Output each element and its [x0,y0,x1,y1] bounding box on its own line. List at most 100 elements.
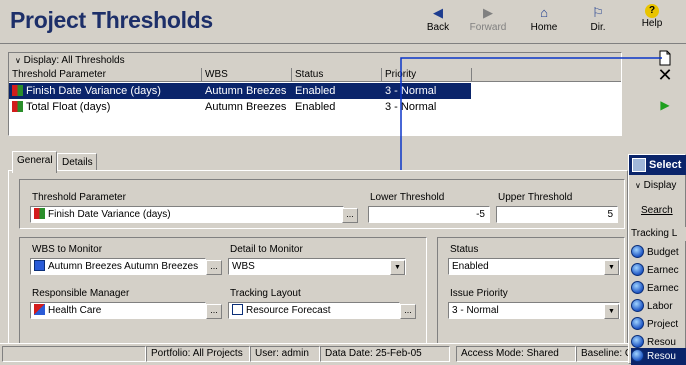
detail-label: Detail to Monitor [230,244,303,255]
priority-select[interactable]: 3 - Normal [448,302,620,319]
help-icon: ? [645,4,659,18]
list-item[interactable]: Earnec [631,280,686,297]
status-portfolio: Portfolio: All Projects [146,346,250,362]
status-access-mode: Access Mode: Shared [456,346,576,362]
popup-display-filter[interactable]: ∨ Display [631,178,686,193]
list-item[interactable]: Budget [631,244,686,261]
globe-icon [631,317,644,330]
tracking-label: Tracking Layout [230,288,301,299]
threshold-parameter-label: Threshold Parameter [32,192,126,203]
list-item[interactable]: Earnec [631,262,686,279]
home-button[interactable]: ⌂ Home [520,4,568,40]
list-item-label: Labor [647,301,673,312]
layout-icon [232,304,243,315]
dir-button[interactable]: ⚐ Dir. [574,4,622,40]
responsible-browse-button[interactable]: ... [206,304,222,319]
manager-icon [34,304,45,315]
list-item-label: Project [647,319,679,330]
column-header-wbs[interactable]: WBS [202,68,292,82]
lower-threshold-label: Lower Threshold [370,192,445,203]
display-label: Display: All Thresholds [23,55,125,66]
globe-icon [631,349,644,362]
list-item-label: Earnec [647,283,679,294]
column-header-status[interactable]: Status [292,68,382,82]
status-select[interactable]: Enabled [448,258,620,275]
globe-icon [631,299,644,312]
status-data-date: Data Date: 25-Feb-05 [320,346,450,362]
tracking-browse-button[interactable]: ... [400,304,416,319]
forward-button[interactable]: ▶ Forward [464,4,512,40]
priority-dropdown-icon[interactable]: ▼ [604,304,619,319]
cell-wbs: Autumn Breezes [205,85,287,97]
list-item-label: Resou [647,337,676,348]
wbs-browse-button[interactable]: ... [206,260,222,275]
cell-status: Enabled [295,85,336,97]
tracking-field[interactable]: Resource Forecast [228,302,400,319]
select-dialog: Select ∨ Display Search Tracking L Budge… [628,154,686,365]
monitor-group: WBS to Monitor Autumn Breezes Autumn Bre… [19,237,427,357]
list-item[interactable]: Resou [631,348,686,365]
home-icon: ⌂ [540,5,548,20]
wbs-value: Autumn Breezes Autumn Breezes [48,261,199,272]
page-title: Project Thresholds [10,7,213,33]
help-button[interactable]: ? Help [628,4,676,40]
globe-icon [631,335,644,348]
threshold-icon [12,85,23,96]
responsible-value: Health Care [48,305,102,316]
detail-dropdown-icon[interactable]: ▼ [390,260,405,275]
cell-parameter: Finish Date Variance (days) [26,85,161,97]
threshold-parameter-field[interactable]: Finish Date Variance (days) [30,206,344,223]
priority-label: Issue Priority [450,288,508,299]
list-item-label: Earnec [647,265,679,276]
chevron-down-icon: ∨ [15,56,21,65]
detail-select[interactable]: WBS [228,258,406,275]
responsible-field[interactable]: Health Care [30,302,206,319]
upper-threshold-label: Upper Threshold [498,192,573,203]
status-bar: Portfolio: All Projects User: admin Data… [0,343,686,364]
status-label: Status [450,244,479,255]
popup-search-button[interactable]: Search [641,205,673,216]
back-arrow-icon: ◀ [433,5,443,20]
wbs-label: WBS to Monitor [32,244,103,255]
threshold-parameter-value: Finish Date Variance (days) [48,209,171,220]
chevron-down-icon: ∨ [635,181,641,190]
threshold-icon [12,101,23,112]
back-label: Back [426,22,450,33]
list-item-label: Budget [647,247,679,258]
status-dropdown-icon[interactable]: ▼ [604,260,619,275]
wbs-field[interactable]: Autumn Breezes Autumn Breezes [30,258,206,275]
globe-icon [631,263,644,276]
status-group: Status Enabled ▼ Issue Priority 3 - Norm… [437,237,625,357]
column-header-parameter[interactable]: Threshold Parameter [9,68,202,82]
upper-threshold-input[interactable]: 5 [496,206,618,223]
signpost-icon: ⚐ [592,5,604,20]
list-item[interactable]: Labor [631,298,686,315]
threshold-icon [34,208,45,219]
status-baseline: Baseline: C [576,346,636,362]
home-label: Home [530,22,558,33]
tab-panel-general: Threshold Parameter Finish Date Variance… [8,170,628,363]
select-dialog-title[interactable]: Select [629,155,686,175]
list-item-label: Resou [647,351,676,362]
wbs-icon [34,260,45,271]
threshold-parameter-browse-button[interactable]: ... [342,208,358,223]
lower-threshold-input[interactable]: -5 [368,206,490,223]
list-item[interactable]: Project [631,316,686,333]
tab-details[interactable]: Details [57,153,97,171]
cell-parameter: Total Float (days) [26,101,111,113]
select-dialog-title-text: Select [649,159,682,171]
cell-status: Enabled [295,101,336,113]
forward-arrow-icon: ▶ [483,5,493,20]
responsible-label: Responsible Manager [32,288,130,299]
tab-general[interactable]: General [12,151,57,173]
globe-icon [631,281,644,294]
popup-display-label: Display [643,180,677,191]
forward-label: Forward [469,22,507,33]
title-bar: Project Thresholds ◀ Back ▶ Forward ⌂ Ho… [0,0,686,44]
tracking-value: Resource Forecast [246,305,331,316]
globe-icon [631,245,644,258]
back-button[interactable]: ◀ Back [414,4,462,40]
cell-wbs: Autumn Breezes [205,101,287,113]
dir-label: Dir. [590,22,606,33]
popup-column-header: Tracking L [631,227,686,241]
